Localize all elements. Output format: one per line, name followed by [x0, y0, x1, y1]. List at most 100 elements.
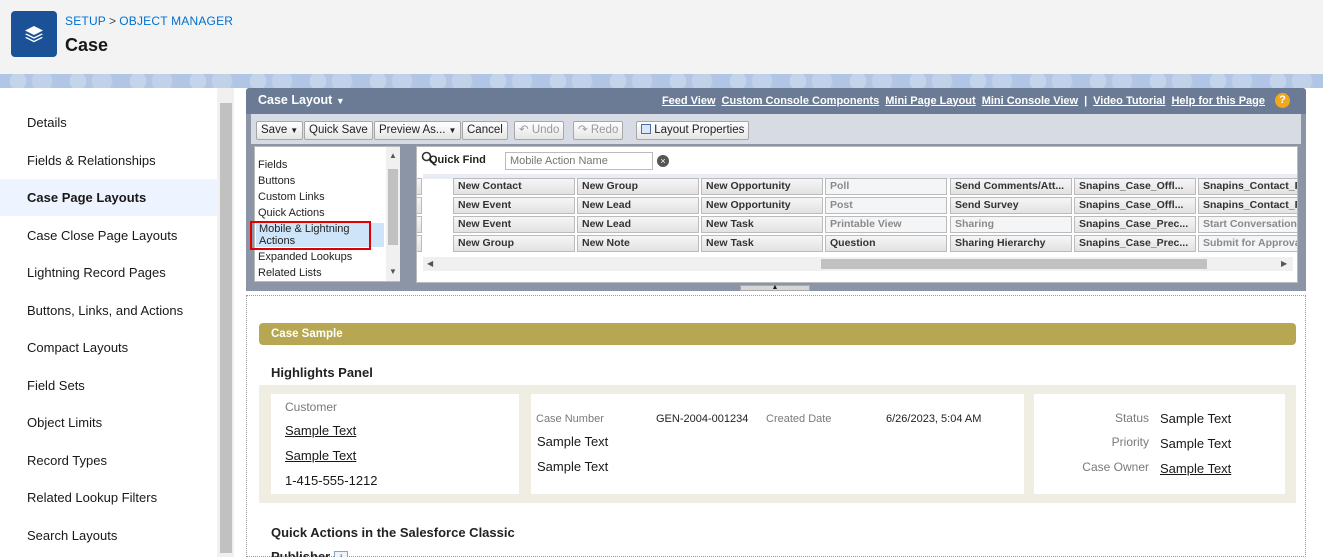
- palette-action-item[interactable]: Snapins_Case_Prec...: [1074, 216, 1196, 233]
- palette-action-item[interactable]: New Group: [453, 235, 575, 252]
- sidebar-item-case-page-layouts[interactable]: Case Page Layouts: [0, 179, 217, 216]
- gutter: [234, 88, 246, 557]
- layout-properties-button[interactable]: Layout Properties: [636, 121, 750, 140]
- quick-save-button[interactable]: Quick Save: [304, 121, 373, 140]
- palette-action-item[interactable]: Start Conversation: [1198, 216, 1297, 233]
- scroll-up-icon[interactable]: ▲: [389, 151, 397, 160]
- scroll-left-icon[interactable]: ◀: [427, 259, 433, 268]
- link-mini-console-view[interactable]: Mini Console View: [982, 95, 1078, 107]
- created-date-label: Created Date: [766, 413, 832, 425]
- info-icon[interactable]: i: [334, 550, 349, 557]
- preview-as-label: Preview As...: [379, 124, 446, 136]
- palette-action-item[interactable]: New Note: [577, 235, 699, 252]
- category-related-lists[interactable]: Related Lists: [258, 267, 322, 279]
- palette-action-item[interactable]: Send Comments/Att...: [950, 178, 1072, 195]
- scrollbar-thumb[interactable]: [388, 169, 398, 245]
- save-button[interactable]: Save ▼: [256, 121, 304, 140]
- customer-value-2[interactable]: Sample Text: [285, 448, 356, 463]
- sidebar-item-compact-layouts[interactable]: Compact Layouts: [0, 329, 217, 366]
- scrollbar-thumb[interactable]: [821, 259, 1207, 269]
- sidebar-item-record-types[interactable]: Record Types: [0, 442, 217, 479]
- link-feed-view[interactable]: Feed View: [662, 95, 716, 107]
- case-owner-value[interactable]: Sample Text: [1160, 461, 1231, 476]
- category-scrollbar[interactable]: ▲ ▼: [386, 147, 400, 281]
- sidebar-item-fields-relationships[interactable]: Fields & Relationships: [0, 142, 217, 179]
- palette-action-item[interactable]: New Lead: [577, 216, 699, 233]
- layout-name: Case Layout: [258, 93, 333, 107]
- scrollbar-thumb[interactable]: [220, 103, 232, 553]
- category-custom-links[interactable]: Custom Links: [258, 191, 325, 203]
- sidebar-item-case-close-page-layouts[interactable]: Case Close Page Layouts: [0, 217, 217, 254]
- sidebar-item-object-limits[interactable]: Object Limits: [0, 404, 217, 441]
- palette-action-item[interactable]: Post: [825, 197, 947, 214]
- sidebar-item-search-layouts[interactable]: Search Layouts: [0, 517, 217, 554]
- category-fields[interactable]: Fields: [258, 159, 287, 171]
- section-header-case-sample[interactable]: Case Sample: [259, 323, 1296, 345]
- palette-horizontal-scrollbar[interactable]: ◀ ▶: [423, 257, 1293, 271]
- palette-action-item[interactable]: New Task: [701, 235, 823, 252]
- sidebar-scrollbar[interactable]: [218, 88, 234, 557]
- chevron-down-icon[interactable]: ▼: [290, 126, 298, 135]
- link-custom-console-components[interactable]: Custom Console Components: [722, 95, 880, 107]
- palette-action-item[interactable]: New Opportunity: [701, 178, 823, 195]
- palette-action-item[interactable]: Snapins_Case_Offl...: [1074, 178, 1196, 195]
- breadcrumb-object-manager[interactable]: OBJECT MANAGER: [119, 14, 233, 28]
- palette-action-item[interactable]: New Event: [453, 216, 575, 233]
- palette-action-item[interactable]: Snapins_Contact_F: [1198, 197, 1297, 214]
- redo-label: Redo: [590, 124, 619, 136]
- palette-action-item[interactable]: [417, 235, 422, 252]
- palette-action-item[interactable]: Snapins_Case_Offl...: [1074, 197, 1196, 214]
- redo-button[interactable]: ↷ Redo: [573, 121, 624, 140]
- scroll-down-icon[interactable]: ▼: [389, 267, 397, 276]
- quick-actions-classic-title: Quick Actions in the Salesforce Classic …: [271, 521, 515, 557]
- sidebar-item-details[interactable]: Details: [0, 104, 217, 141]
- palette-action-item[interactable]: Submit for Approva: [1198, 235, 1297, 252]
- sidebar-item-buttons-links-actions[interactable]: Buttons, Links, and Actions: [0, 292, 217, 329]
- category-buttons[interactable]: Buttons: [258, 175, 295, 187]
- collapse-palette-handle[interactable]: ▲: [740, 284, 810, 291]
- category-quick-actions[interactable]: Quick Actions: [258, 207, 325, 219]
- sample-value-1: Sample Text: [537, 434, 609, 449]
- field-palette: Fields Buttons Custom Links Quick Action…: [246, 144, 1306, 291]
- breadcrumb-setup[interactable]: SETUP: [65, 14, 106, 28]
- undo-label: Undo: [531, 124, 560, 136]
- palette-action-item[interactable]: se: [417, 216, 422, 233]
- palette-action-item[interactable]: Printable View: [825, 216, 947, 233]
- palette-action-item[interactable]: New Task: [701, 216, 823, 233]
- undo-button[interactable]: ↶ Undo: [514, 121, 565, 140]
- highlight-annotation-box: [250, 221, 371, 250]
- palette-action-item[interactable]: Send Survey: [950, 197, 1072, 214]
- sidebar-item-lightning-record-pages[interactable]: Lightning Record Pages: [0, 254, 217, 291]
- palette-action-item[interactable]: New Contact: [453, 178, 575, 195]
- palette-action-item[interactable]: Sharing: [950, 216, 1072, 233]
- preview-as-button[interactable]: Preview As... ▼: [374, 121, 462, 140]
- palette-action-item[interactable]: Poll: [825, 178, 947, 195]
- palette-action-item[interactable]: Snapins_Case_Prec...: [1074, 235, 1196, 252]
- palette-action-item[interactable]: [417, 197, 422, 214]
- palette-action-item[interactable]: Question: [825, 235, 947, 252]
- link-video-tutorial[interactable]: Video Tutorial: [1093, 95, 1165, 107]
- palette-action-item[interactable]: New Event: [453, 197, 575, 214]
- scroll-right-icon[interactable]: ▶: [1281, 259, 1287, 268]
- palette-action-item[interactable]: [417, 178, 422, 195]
- palette-action-item[interactable]: New Opportunity: [701, 197, 823, 214]
- palette-action-item[interactable]: Sharing Hierarchy: [950, 235, 1072, 252]
- palette-action-item[interactable]: Snapins_Contact_F: [1198, 178, 1297, 195]
- palette-action-item[interactable]: New Group: [577, 178, 699, 195]
- highlights-panel[interactable]: Customer Sample Text Sample Text 1-415-5…: [259, 385, 1296, 503]
- category-expanded-lookups[interactable]: Expanded Lookups: [258, 251, 352, 263]
- help-icon[interactable]: ?: [1275, 93, 1290, 108]
- link-help-for-page[interactable]: Help for this Page: [1171, 95, 1265, 107]
- palette-action-item[interactable]: New Lead: [577, 197, 699, 214]
- clear-icon[interactable]: ×: [657, 155, 669, 167]
- sidebar-item-field-sets[interactable]: Field Sets: [0, 367, 217, 404]
- sidebar-item-related-lookup-filters[interactable]: Related Lookup Filters: [0, 479, 217, 516]
- page-layout-editor: Case Layout ▼ Feed View Custom Console C…: [246, 88, 1306, 557]
- save-label: Save: [261, 124, 288, 136]
- quick-find-input[interactable]: [505, 152, 653, 170]
- priority-label: Priority: [1111, 435, 1149, 449]
- layout-name-menu[interactable]: Case Layout ▼: [258, 93, 345, 107]
- customer-value-1[interactable]: Sample Text: [285, 423, 356, 438]
- link-mini-page-layout[interactable]: Mini Page Layout: [885, 95, 975, 107]
- cancel-button[interactable]: Cancel: [462, 121, 508, 140]
